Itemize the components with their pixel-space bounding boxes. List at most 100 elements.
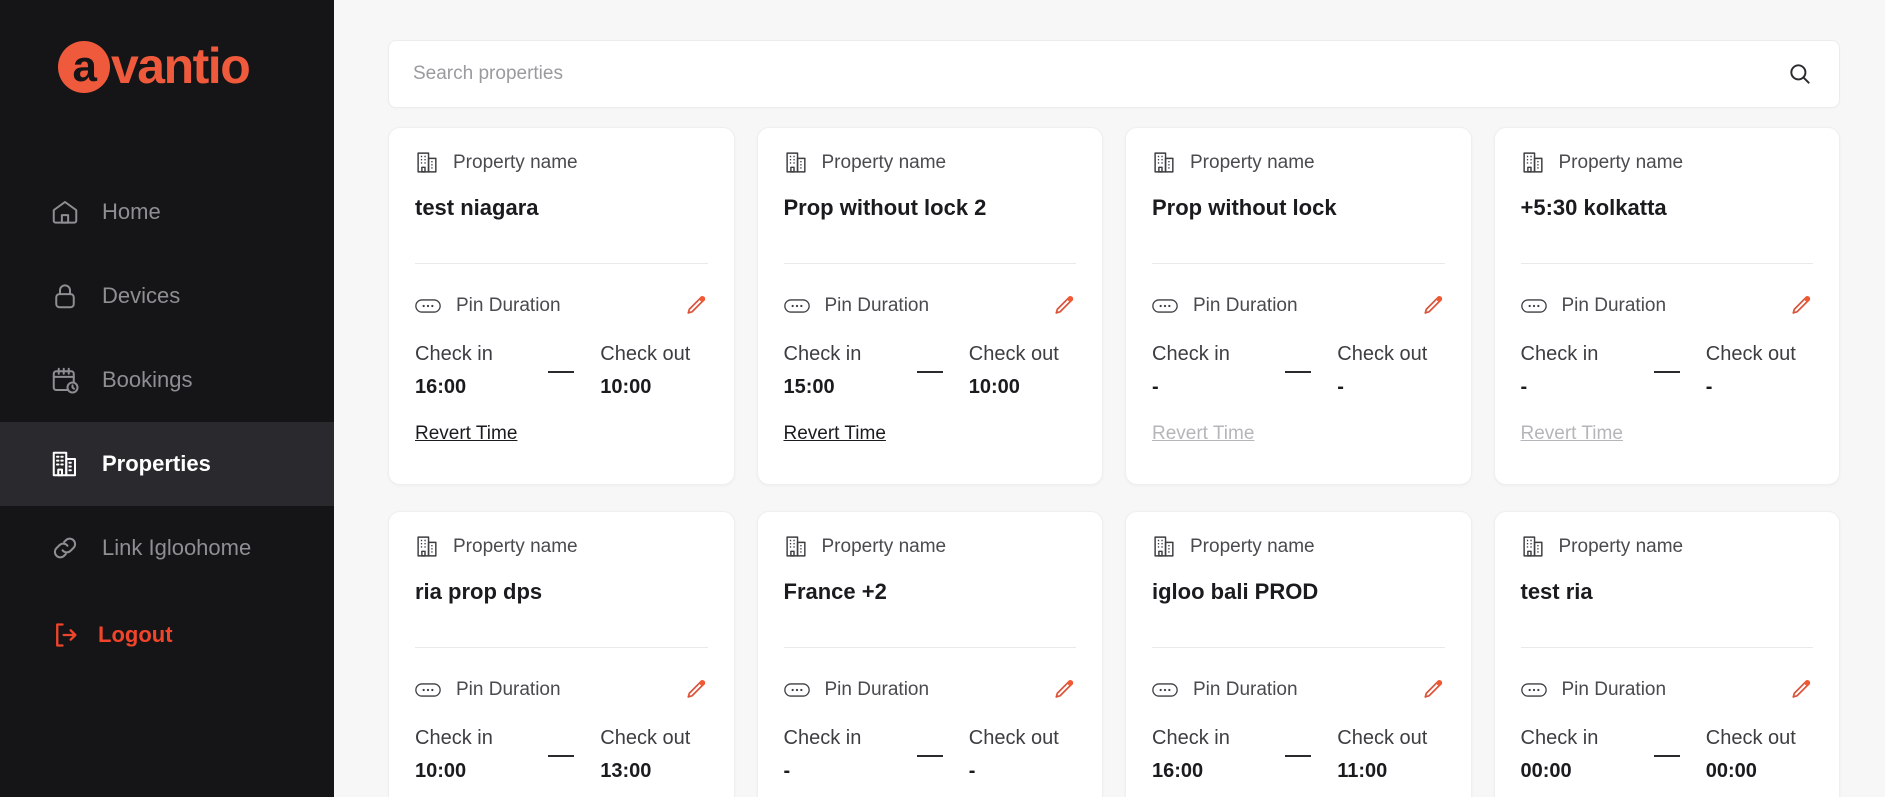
revert-time-button[interactable]: Revert Time xyxy=(784,423,886,445)
property-card[interactable]: Property name test niagara Pin Duration … xyxy=(388,127,735,485)
pin-duration-row: Pin Duration xyxy=(415,293,708,319)
check-out-value: 10:00 xyxy=(968,376,1020,398)
property-name-value: Prop without lock xyxy=(1152,195,1337,220)
check-out-value: 11:00 xyxy=(1337,760,1388,782)
property-card[interactable]: Property name Prop without lock Pin Dura… xyxy=(1125,127,1472,485)
property-name-label: Property name xyxy=(1558,151,1684,173)
pin-duration-icon xyxy=(415,299,441,313)
times-row: Check in - Check out - xyxy=(1152,341,1445,399)
card-divider xyxy=(1520,647,1813,648)
check-out-label: Check out xyxy=(968,727,1059,749)
pin-duration-icon xyxy=(783,683,810,697)
check-in-label: Check in xyxy=(783,343,862,365)
check-out-value: - xyxy=(968,760,976,782)
edit-pencil-icon[interactable] xyxy=(682,677,708,703)
revert-time-button[interactable]: Revert Time xyxy=(415,423,517,445)
check-in-label: Check in xyxy=(1520,343,1599,365)
check-in-value: 15:00 xyxy=(783,376,835,398)
property-name-value: Prop without lock 2 xyxy=(783,195,987,220)
sidebar-item-label: Home xyxy=(102,199,161,224)
property-name-label: Property name xyxy=(821,151,947,173)
edit-pencil-icon[interactable] xyxy=(1787,677,1813,703)
times-row: Check in 16:00 Check out 10:00 xyxy=(415,341,708,399)
pin-duration-row: Pin Duration xyxy=(1520,677,1814,703)
check-in-label: Check in xyxy=(415,343,493,365)
building-icon xyxy=(1521,534,1546,559)
building-icon xyxy=(1152,150,1177,175)
property-name-value: +5:30 kolkatta xyxy=(1520,195,1667,220)
revert-time-button: Revert Time xyxy=(1520,423,1623,444)
sidebar-nav: Home Devices Bookings Properties Link Ig… xyxy=(0,170,334,590)
main-content: Property name test niagara xyxy=(334,0,1885,797)
times-row: Check in 16:00 Check out 11:00 xyxy=(1152,725,1445,783)
pin-duration-row: Pin Duration xyxy=(783,293,1077,319)
pin-duration-label: Pin Duration xyxy=(824,295,930,316)
time-range-dash xyxy=(1653,371,1680,373)
check-out-value: - xyxy=(1337,376,1344,398)
check-out-value: 13:00 xyxy=(600,760,652,782)
check-out-label: Check out xyxy=(968,343,1059,365)
search-icon[interactable] xyxy=(1787,61,1813,87)
pin-duration-label: Pin Duration xyxy=(456,295,561,316)
logo-mark: a xyxy=(58,41,110,93)
link-icon xyxy=(50,533,80,563)
edit-pencil-icon[interactable] xyxy=(1050,677,1076,703)
pin-duration-label: Pin Duration xyxy=(1561,679,1667,700)
times-row: Check in 15:00 Check out 10:00 xyxy=(784,341,1077,399)
card-header: Property name xyxy=(1152,534,1445,559)
check-out-label: Check out xyxy=(1337,343,1428,365)
pin-duration-row: Pin Duration xyxy=(415,677,708,703)
sidebar-item-bookings[interactable]: Bookings xyxy=(0,338,334,422)
property-name-value: ria prop dps xyxy=(415,579,543,604)
property-card[interactable]: Property name test ria Pin Duration Chec… xyxy=(1493,511,1840,797)
property-name-label: Property name xyxy=(821,535,947,557)
check-in-label: Check in xyxy=(1152,343,1230,365)
search-bar[interactable] xyxy=(388,40,1840,108)
sidebar-item-devices[interactable]: Devices xyxy=(0,254,334,338)
sidebar-item-properties[interactable]: Properties xyxy=(0,422,334,506)
edit-pencil-icon[interactable] xyxy=(1419,293,1445,319)
card-header: Property name xyxy=(1521,150,1814,175)
check-out-label: Check out xyxy=(600,343,691,365)
pin-duration-label: Pin Duration xyxy=(456,679,561,700)
edit-pencil-icon[interactable] xyxy=(1050,293,1076,319)
property-name-value: igloo bali PROD xyxy=(1152,579,1319,604)
edit-pencil-icon[interactable] xyxy=(682,293,708,319)
check-out-label: Check out xyxy=(1705,343,1796,365)
edit-pencil-icon[interactable] xyxy=(1419,677,1445,703)
time-range-dash xyxy=(1653,755,1680,757)
check-out-label: Check out xyxy=(600,727,691,749)
card-header: Property name xyxy=(1152,150,1445,175)
pin-duration-icon xyxy=(1152,299,1178,313)
check-in-value: 10:00 xyxy=(415,760,467,782)
card-divider xyxy=(415,263,708,264)
property-card[interactable]: Property name France +2 Pin Duration Che… xyxy=(756,511,1103,797)
property-card[interactable]: Property name ria prop dps Pin Duration … xyxy=(388,511,735,797)
times-row: Check in - Check out - xyxy=(784,725,1077,783)
sidebar-item-link-igloohome[interactable]: Link Igloohome xyxy=(0,506,334,590)
pin-duration-icon xyxy=(783,299,810,313)
property-card[interactable]: Property name igloo bali PROD Pin Durati… xyxy=(1125,511,1472,797)
property-name-label: Property name xyxy=(1190,535,1315,557)
sidebar-item-home[interactable]: Home xyxy=(0,170,334,254)
sidebar: a vantio Home Devices Bookings Propertie… xyxy=(0,0,334,797)
pin-duration-icon xyxy=(1520,683,1547,697)
time-range-dash xyxy=(548,755,575,757)
search-input[interactable] xyxy=(413,63,1787,85)
check-in-label: Check in xyxy=(783,727,862,749)
property-card[interactable]: Property name Prop without lock 2 Pin Du… xyxy=(756,127,1103,485)
building-icon xyxy=(1152,534,1177,559)
edit-pencil-icon[interactable] xyxy=(1787,293,1813,319)
check-in-value: 16:00 xyxy=(415,376,467,398)
property-name-value: France +2 xyxy=(783,579,887,604)
property-name-value: test niagara xyxy=(415,195,539,220)
pin-duration-row: Pin Duration xyxy=(783,677,1077,703)
property-card[interactable]: Property name +5:30 kolkatta Pin Duratio… xyxy=(1493,127,1840,485)
card-divider xyxy=(1152,263,1445,264)
pin-duration-icon xyxy=(1152,683,1178,697)
card-header: Property name xyxy=(784,534,1077,559)
check-in-value: 00:00 xyxy=(1520,760,1572,782)
logout-button[interactable]: Logout xyxy=(0,621,173,649)
brand-logo: a vantio xyxy=(0,0,334,120)
card-header: Property name xyxy=(415,150,708,175)
